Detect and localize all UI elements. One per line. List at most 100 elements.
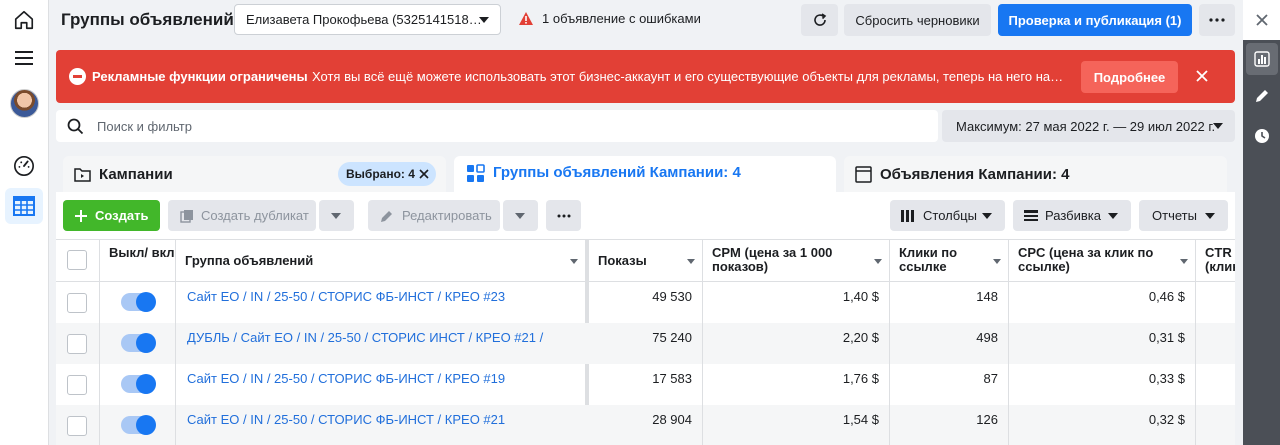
chevron-down-icon — [1108, 213, 1118, 219]
sort-caret-icon — [570, 259, 578, 264]
columns-button[interactable]: Столбцы — [890, 200, 1005, 231]
pencil-icon[interactable] — [1246, 80, 1278, 112]
row-cpc: 0,46 $ — [1009, 282, 1196, 323]
top-bar: Группы объявлений Елизавета Прокофьева (… — [49, 0, 1243, 40]
tab-ads-label: Объявления Кампании: 4 — [880, 166, 1070, 183]
row-link-clicks: 148 — [890, 282, 1009, 323]
row-impressions: 49 530 — [589, 282, 703, 323]
col-cpm-label: CPM (цена за 1 000 показов) — [712, 245, 833, 274]
close-icon[interactable] — [1194, 68, 1210, 84]
selected-count-badge[interactable]: Выбрано: 4 — [338, 162, 436, 186]
sort-caret-icon — [687, 259, 695, 264]
row-name-cell: ДУБЛЬ / Сайт ЕО / IN / 25-50 / СТОРИС ИН… — [176, 323, 586, 364]
date-range-text: Максимум: 27 мая 2022 г. — 29 июл 2022 г… — [956, 119, 1216, 134]
clear-selection-icon[interactable] — [419, 169, 429, 179]
breakdown-button[interactable]: Разбивка — [1013, 200, 1131, 231]
tab-ads[interactable]: Объявления Кампании: 4 — [844, 156, 1227, 192]
close-panel-button[interactable] — [1243, 0, 1280, 40]
row-checkbox[interactable] — [67, 416, 87, 436]
edit-button[interactable]: Редактировать — [368, 200, 500, 231]
clock-icon[interactable] — [1246, 120, 1278, 152]
review-publish-button[interactable]: Проверка и публикация (1) — [998, 4, 1192, 36]
page-title: Группы объявлений — [61, 10, 234, 29]
error-notice[interactable]: 1 объявление с ошибками — [518, 11, 701, 26]
create-label: Создать — [95, 208, 149, 223]
toggle-knob — [136, 292, 156, 312]
select-all-checkbox[interactable] — [67, 250, 87, 270]
adset-name-link[interactable]: Сайт ЕО / IN / 25-50 / СТОРИС ФБ-ИНСТ / … — [187, 371, 505, 386]
row-select-cell — [56, 405, 100, 445]
date-range-selector[interactable]: Максимум: 27 мая 2022 г. — 29 июл 2022 г… — [942, 110, 1235, 142]
home-icon[interactable] — [12, 8, 36, 32]
delivery-toggle[interactable] — [121, 374, 156, 394]
chevron-down-icon — [515, 213, 525, 219]
tab-adsets-label: Группы объявлений Кампании: 4 — [493, 164, 741, 181]
search-filter-bar[interactable]: Поиск и фильтр — [56, 110, 938, 142]
account-selector[interactable]: Елизавета Прокофьева (5325141518… — [234, 4, 501, 35]
col-link-clicks[interactable]: Клики по ссылке — [890, 240, 1009, 282]
col-cpm[interactable]: CPM (цена за 1 000 показов) — [703, 240, 890, 282]
row-cpm: 1,40 $ — [703, 282, 890, 323]
row-cpc: 0,32 $ — [1009, 405, 1196, 445]
more-actions-button[interactable] — [546, 200, 581, 231]
duplicate-icon — [180, 209, 193, 223]
duplicate-button[interactable]: Создать дубликат — [168, 200, 316, 231]
adset-name-link[interactable]: Сайт ЕО / IN / 25-50 / СТОРИС ФБ-ИНСТ / … — [187, 412, 505, 427]
chevron-down-icon — [479, 17, 489, 23]
tab-adsets[interactable]: Группы объявлений Кампании: 4 — [454, 156, 836, 196]
table-row[interactable]: Сайт ЕО / IN / 25-50 / СТОРИС ФБ-ИНСТ / … — [56, 282, 1235, 323]
row-name-cell: Сайт ЕО / IN / 25-50 / СТОРИС ФБ-ИНСТ / … — [176, 364, 586, 405]
col-cpc[interactable]: CPC (цена за клик по ссылке) — [1009, 240, 1196, 282]
row-checkbox[interactable] — [67, 293, 87, 313]
refresh-button[interactable] — [801, 4, 838, 36]
delivery-toggle[interactable] — [121, 292, 156, 312]
close-icon — [1255, 14, 1268, 26]
row-cpc: 0,31 $ — [1009, 323, 1196, 364]
row-checkbox[interactable] — [67, 375, 87, 395]
col-adset-name[interactable]: Группа объявлений — [176, 240, 586, 282]
select-all-cell — [56, 240, 100, 282]
edit-menu-button[interactable] — [503, 200, 538, 231]
row-impressions: 75 240 — [589, 323, 703, 364]
reports-label: Отчеты — [1152, 208, 1197, 223]
col-impressions[interactable]: Показы — [589, 240, 703, 282]
discard-drafts-button[interactable]: Сбросить черновики — [844, 4, 991, 36]
col-toggle[interactable]: Выкл/ вкл — [100, 240, 176, 282]
row-cpm: 1,76 $ — [703, 364, 890, 405]
row-checkbox[interactable] — [67, 334, 87, 354]
table-row[interactable]: Сайт ЕО / IN / 25-50 / СТОРИС ФБ-ИНСТ / … — [56, 364, 1235, 405]
more-options-button[interactable] — [1199, 4, 1235, 36]
col-impressions-label: Показы — [598, 253, 647, 268]
avatar[interactable] — [10, 89, 39, 118]
toggle-knob — [136, 333, 156, 353]
chart-icon[interactable] — [1246, 43, 1278, 75]
dashboard-gauge-icon[interactable] — [12, 154, 36, 178]
row-toggle-cell — [100, 323, 176, 364]
row-select-cell — [56, 282, 100, 323]
refresh-icon — [813, 13, 826, 26]
reports-button[interactable]: Отчеты — [1139, 200, 1228, 231]
menu-icon[interactable] — [12, 46, 36, 70]
ads-manager-table-icon[interactable] — [5, 188, 43, 224]
search-input[interactable]: Поиск и фильтр — [97, 119, 192, 134]
ad-page-icon — [855, 166, 872, 183]
warning-icon — [519, 12, 533, 25]
delivery-toggle[interactable] — [121, 333, 156, 353]
adset-name-link[interactable]: Сайт ЕО / IN / 25-50 / СТОРИС ФБ-ИНСТ / … — [187, 289, 505, 304]
edit-label: Редактировать — [402, 208, 492, 223]
duplicate-menu-button[interactable] — [319, 200, 354, 231]
row-impressions: 28 904 — [589, 405, 703, 445]
create-button[interactable]: Создать — [63, 200, 160, 231]
table-header: Выкл/ вкл Группа объявлений Показы CPM (… — [56, 239, 1235, 282]
row-cpm: 1,54 $ — [703, 405, 890, 445]
table-row[interactable]: Сайт ЕО / IN / 25-50 / СТОРИС ФБ-ИНСТ / … — [56, 405, 1235, 445]
col-ctr[interactable]: CTR (клик — [1196, 240, 1235, 282]
sort-caret-icon — [993, 259, 1001, 264]
col-cpc-label: CPC (цена за клик по ссылке) — [1018, 245, 1154, 274]
adset-name-link[interactable]: ДУБЛЬ / Сайт ЕО / IN / 25-50 / СТОРИС ИН… — [187, 330, 543, 345]
table-row[interactable]: ДУБЛЬ / Сайт ЕО / IN / 25-50 / СТОРИС ИН… — [56, 323, 1235, 364]
row-name-cell: Сайт ЕО / IN / 25-50 / СТОРИС ФБ-ИНСТ / … — [176, 282, 586, 323]
delivery-toggle[interactable] — [121, 415, 156, 435]
learn-more-button[interactable]: Подробнее — [1081, 61, 1178, 93]
duplicate-label: Создать дубликат — [201, 208, 309, 223]
